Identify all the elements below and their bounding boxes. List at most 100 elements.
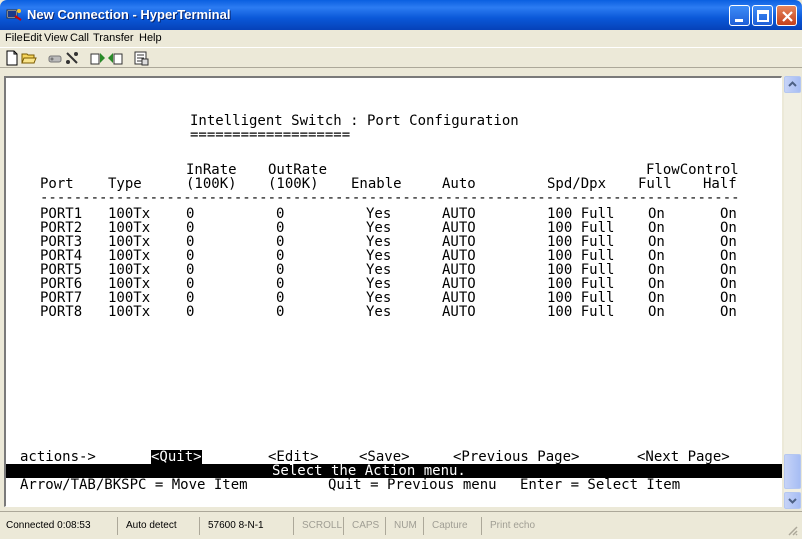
scroll-thumb[interactable] — [784, 454, 801, 489]
row-auto: AUTO — [442, 206, 476, 222]
row-enable: Yes — [366, 206, 392, 222]
row-inrate: 0 — [186, 234, 195, 250]
send-icon[interactable] — [90, 50, 106, 66]
menu-help[interactable]: Help — [139, 32, 162, 44]
row-outrate: 0 — [276, 248, 285, 264]
row-spddpx: 100 Full — [547, 304, 615, 320]
edit-action[interactable]: <Edit> — [268, 450, 319, 464]
row-auto: AUTO — [442, 220, 476, 236]
row-outrate: 0 — [276, 206, 285, 222]
disconnect-icon[interactable] — [47, 50, 63, 66]
previous-page-action[interactable]: <Previous Page> — [453, 450, 579, 464]
new-icon[interactable] — [4, 50, 20, 66]
save-action[interactable]: <Save> — [359, 450, 410, 464]
scroll-up-button[interactable] — [784, 76, 801, 93]
row-half: On — [720, 290, 737, 306]
row-enable: Yes — [366, 248, 392, 264]
row-full: On — [648, 220, 665, 236]
row-enable: Yes — [366, 234, 392, 250]
row-half: On — [720, 276, 737, 292]
caps-indicator: CAPS — [348, 517, 386, 535]
row-port: PORT5 — [40, 262, 83, 278]
row-outrate: 0 — [276, 290, 285, 306]
row-outrate: 0 — [276, 234, 285, 250]
menu-edit[interactable]: Edit — [23, 32, 42, 44]
row-outrate: 0 — [276, 220, 285, 236]
port-settings: 57600 8-N-1 — [204, 517, 294, 535]
col-outrate-label: OutRate — [268, 162, 328, 178]
menu-view[interactable]: View — [44, 32, 68, 44]
menu-call[interactable]: Call — [70, 32, 89, 44]
properties-icon[interactable] — [133, 50, 149, 66]
row-half: On — [720, 220, 737, 236]
maximize-button[interactable] — [752, 5, 773, 26]
minimize-button[interactable] — [729, 5, 750, 26]
terminal-screen[interactable]: Intelligent Switch : Port Configuration … — [6, 78, 782, 506]
capture-indicator: Capture — [428, 517, 482, 535]
row-half: On — [720, 248, 737, 264]
open-icon[interactable] — [21, 50, 37, 66]
row-full: On — [648, 248, 665, 264]
row-auto: AUTO — [442, 304, 476, 320]
row-half: On — [720, 206, 737, 222]
row-auto: AUTO — [442, 234, 476, 250]
row-auto: AUTO — [442, 248, 476, 264]
row-enable: Yes — [366, 290, 392, 306]
row-inrate: 0 — [186, 304, 195, 320]
terminal-detect: Auto detect — [122, 517, 200, 535]
row-spddpx: 100 Full — [547, 248, 615, 264]
col-enable-label: Enable — [351, 176, 402, 192]
row-half: On — [720, 304, 737, 320]
row-type: 100Tx — [108, 290, 151, 306]
row-spddpx: 100 Full — [547, 234, 615, 250]
receive-icon[interactable] — [107, 50, 123, 66]
row-outrate: 0 — [276, 262, 285, 278]
row-full: On — [648, 304, 665, 320]
status-bar: Connected 0:08:53 Auto detect 57600 8-N-… — [0, 511, 802, 539]
row-port: PORT2 — [40, 220, 83, 236]
row-inrate: 0 — [186, 262, 195, 278]
title-underline: =================== — [190, 127, 351, 143]
help-quit: Quit = Previous menu — [328, 477, 497, 493]
row-type: 100Tx — [108, 220, 151, 236]
row-type: 100Tx — [108, 234, 151, 250]
col-port-label: Port — [40, 176, 74, 192]
vertical-scrollbar[interactable] — [784, 76, 801, 509]
row-port: PORT7 — [40, 290, 83, 306]
row-spddpx: 100 Full — [547, 262, 615, 278]
minimize-icon — [735, 19, 743, 22]
col-type-label: Type — [108, 176, 142, 192]
col-full-label: Full — [638, 176, 672, 192]
close-button[interactable] — [776, 5, 797, 26]
row-outrate: 0 — [276, 304, 285, 320]
next-page-action[interactable]: <Next Page> — [637, 450, 730, 464]
hyperterminal-icon — [6, 9, 22, 21]
header-separator: ----------------------------------------… — [40, 191, 742, 205]
connection-status: Connected 0:08:53 — [2, 517, 118, 535]
menu-bar: File Edit View Call Transfer Help — [0, 30, 802, 47]
row-inrate: 0 — [186, 206, 195, 222]
help-move: Arrow/TAB/BKSPC = Move Item — [20, 477, 248, 493]
menu-file[interactable]: File — [5, 32, 23, 44]
row-spddpx: 100 Full — [547, 290, 615, 306]
row-port: PORT6 — [40, 276, 83, 292]
col-spddpx-label: Spd/Dpx — [547, 176, 607, 192]
row-type: 100Tx — [108, 262, 151, 278]
row-full: On — [648, 234, 665, 250]
scroll-down-button[interactable] — [784, 492, 801, 509]
menu-transfer[interactable]: Transfer — [93, 32, 134, 44]
col-inrate-unit: (100K) — [186, 176, 237, 192]
col-flowcontrol-label: FlowControl — [646, 162, 739, 178]
scroll-indicator: SCROLL — [298, 517, 344, 535]
row-full: On — [648, 262, 665, 278]
status-message: Select the Action menu. — [272, 463, 466, 479]
actions-label: actions-> — [20, 449, 96, 465]
resize-grip-icon[interactable] — [786, 524, 798, 536]
row-inrate: 0 — [186, 276, 195, 292]
quit-action[interactable]: <Quit> — [151, 450, 202, 464]
screen-title: Intelligent Switch : Port Configuration — [190, 113, 519, 129]
row-enable: Yes — [366, 262, 392, 278]
dial-icon[interactable] — [64, 50, 80, 66]
row-spddpx: 100 Full — [547, 206, 615, 222]
title-bar[interactable]: New Connection - HyperTerminal — [0, 0, 802, 30]
